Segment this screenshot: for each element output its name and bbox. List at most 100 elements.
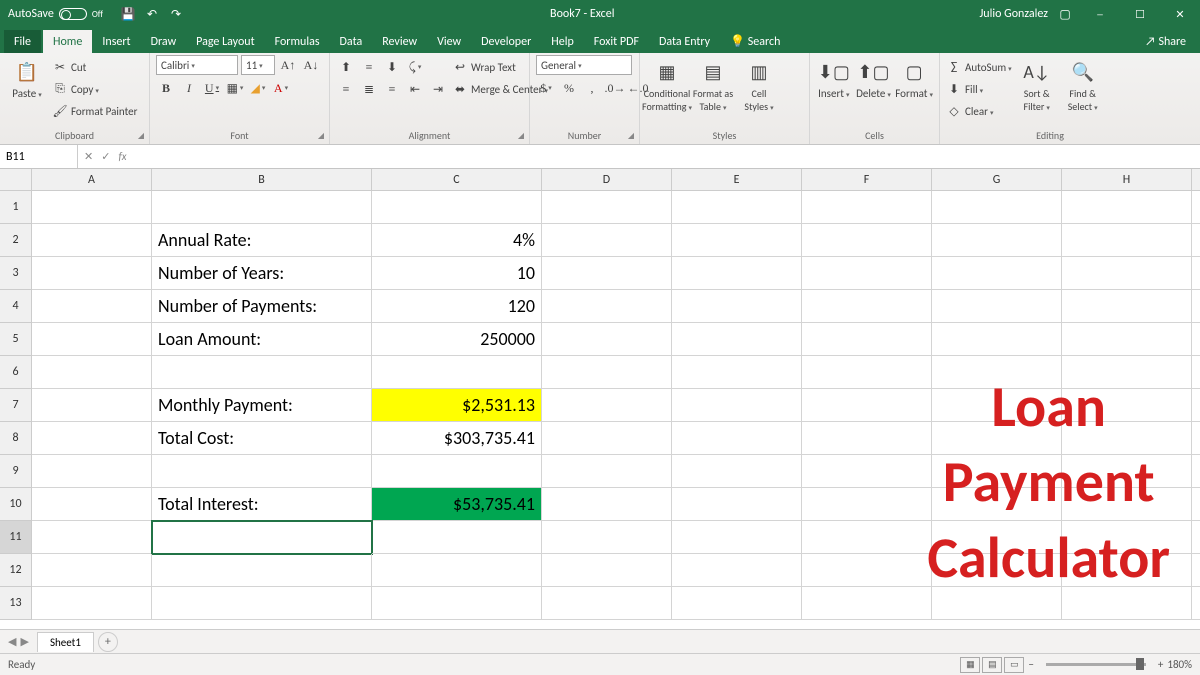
- cell[interactable]: [672, 455, 802, 488]
- cell[interactable]: [1062, 290, 1192, 323]
- tab-review[interactable]: Review: [372, 30, 427, 53]
- cell[interactable]: [32, 191, 152, 224]
- tab-data-entry[interactable]: Data Entry: [649, 30, 720, 53]
- cell[interactable]: [1062, 224, 1192, 257]
- cancel-formula-icon[interactable]: ✕: [84, 150, 93, 163]
- cell[interactable]: Number of Years:: [152, 257, 372, 290]
- cut-button[interactable]: ✂Cut: [52, 57, 137, 77]
- column-header[interactable]: A: [32, 169, 152, 191]
- maximize-button[interactable]: ☐: [1120, 0, 1160, 28]
- zoom-slider[interactable]: [1046, 663, 1146, 666]
- cell[interactable]: [32, 356, 152, 389]
- cell[interactable]: [672, 521, 802, 554]
- number-format-select[interactable]: General: [536, 55, 632, 75]
- page-break-button[interactable]: ▭: [1004, 657, 1024, 673]
- select-all-corner[interactable]: [0, 169, 32, 191]
- cell[interactable]: [1062, 191, 1192, 224]
- cell[interactable]: [542, 290, 672, 323]
- tab-formulas[interactable]: Formulas: [265, 30, 330, 53]
- cell[interactable]: Monthly Payment:: [152, 389, 372, 422]
- cell[interactable]: [542, 257, 672, 290]
- cell[interactable]: Annual Rate:: [152, 224, 372, 257]
- align-middle-icon[interactable]: ≡: [359, 57, 379, 77]
- orientation-icon[interactable]: ⤹: [405, 57, 425, 77]
- cell[interactable]: [1062, 323, 1192, 356]
- conditional-formatting-button[interactable]: ▦Conditional Formatting: [646, 55, 688, 113]
- cell[interactable]: [932, 191, 1062, 224]
- cell[interactable]: [802, 587, 932, 620]
- align-top-icon[interactable]: ⬆: [336, 57, 356, 77]
- cell[interactable]: [672, 290, 802, 323]
- cell[interactable]: [1062, 587, 1192, 620]
- save-icon[interactable]: 💾: [121, 7, 135, 21]
- cell[interactable]: [542, 191, 672, 224]
- cell[interactable]: [32, 290, 152, 323]
- font-color-button[interactable]: A: [271, 78, 291, 98]
- increase-font-icon[interactable]: A↑: [278, 55, 298, 75]
- cell[interactable]: [1062, 455, 1192, 488]
- name-box[interactable]: B11: [0, 145, 78, 168]
- ribbon-options-icon[interactable]: ▢: [1058, 7, 1072, 21]
- cell[interactable]: [1192, 224, 1200, 257]
- page-layout-button[interactable]: ▤: [982, 657, 1002, 673]
- cell[interactable]: [372, 521, 542, 554]
- italic-button[interactable]: I: [179, 78, 199, 98]
- font-launcher[interactable]: ◢: [315, 130, 327, 142]
- minimize-button[interactable]: ─: [1080, 0, 1120, 28]
- zoom-out-button[interactable]: −: [1028, 658, 1033, 671]
- cell[interactable]: [1062, 356, 1192, 389]
- cell[interactable]: [802, 521, 932, 554]
- cell[interactable]: [672, 356, 802, 389]
- tab-help[interactable]: Help: [541, 30, 584, 53]
- cell[interactable]: [1192, 257, 1200, 290]
- redo-icon[interactable]: ↷: [169, 7, 183, 21]
- row-header[interactable]: 1: [0, 191, 32, 224]
- cell[interactable]: [32, 323, 152, 356]
- format-as-table-button[interactable]: ▤Format as Table: [692, 55, 734, 113]
- cell[interactable]: [672, 422, 802, 455]
- close-button[interactable]: ✕: [1160, 0, 1200, 28]
- cell[interactable]: [542, 455, 672, 488]
- cell[interactable]: $2,531.13: [372, 389, 542, 422]
- cell-styles-button[interactable]: ▥Cell Styles: [738, 55, 780, 113]
- cell[interactable]: [802, 389, 932, 422]
- decrease-font-icon[interactable]: A↓: [301, 55, 321, 75]
- cell[interactable]: [932, 290, 1062, 323]
- undo-icon[interactable]: ↶: [145, 7, 159, 21]
- find-select-button[interactable]: 🔍Find & Select: [1062, 55, 1104, 113]
- enter-formula-icon[interactable]: ✓: [101, 150, 110, 163]
- row-header[interactable]: 6: [0, 356, 32, 389]
- fill-button[interactable]: ⬇Fill: [946, 79, 1012, 99]
- cell[interactable]: [672, 554, 802, 587]
- paste-button[interactable]: 📋 Paste: [6, 55, 48, 100]
- cell[interactable]: [32, 455, 152, 488]
- cell[interactable]: Number of Payments:: [152, 290, 372, 323]
- underline-button[interactable]: U: [202, 78, 222, 98]
- cell[interactable]: [672, 224, 802, 257]
- cell[interactable]: 4%: [372, 224, 542, 257]
- cell[interactable]: [542, 323, 672, 356]
- tab-foxit-pdf[interactable]: Foxit PDF: [584, 30, 649, 53]
- align-center-icon[interactable]: ≣: [359, 79, 379, 99]
- border-button[interactable]: ▦: [225, 78, 245, 98]
- cell[interactable]: [1192, 389, 1200, 422]
- cell[interactable]: [32, 554, 152, 587]
- cell[interactable]: [542, 356, 672, 389]
- increase-indent-icon[interactable]: ⇥: [428, 79, 448, 99]
- cell[interactable]: 10: [372, 257, 542, 290]
- cell[interactable]: [152, 554, 372, 587]
- cell[interactable]: [932, 356, 1062, 389]
- cell[interactable]: [1192, 290, 1200, 323]
- cell[interactable]: [672, 257, 802, 290]
- cell[interactable]: [152, 521, 372, 554]
- cell[interactable]: [802, 488, 932, 521]
- share-button[interactable]: ↗ Share: [1145, 35, 1186, 49]
- tab-developer[interactable]: Developer: [471, 30, 541, 53]
- cell[interactable]: [152, 455, 372, 488]
- cell[interactable]: [802, 257, 932, 290]
- fx-icon[interactable]: fx: [118, 150, 126, 163]
- cell[interactable]: [802, 554, 932, 587]
- tab-view[interactable]: View: [427, 30, 471, 53]
- cell[interactable]: [802, 323, 932, 356]
- cell[interactable]: 250000: [372, 323, 542, 356]
